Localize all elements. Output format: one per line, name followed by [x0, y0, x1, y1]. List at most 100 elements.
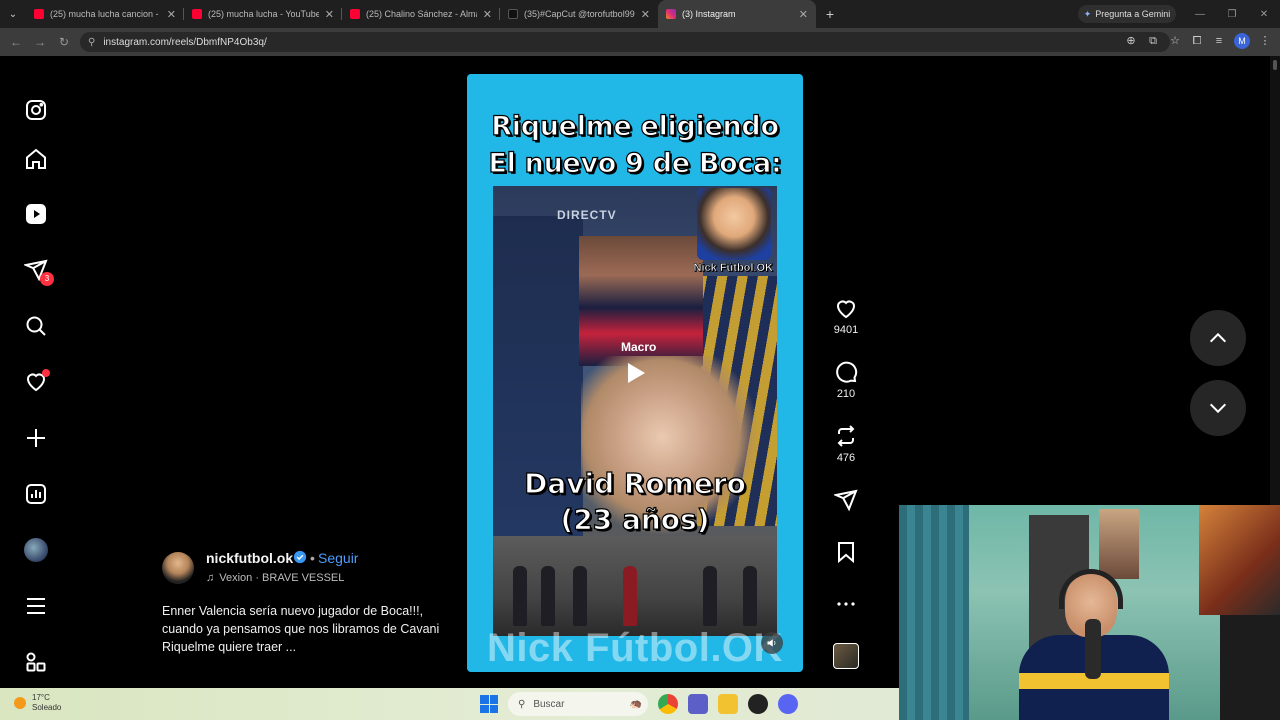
address-bar-row: ← → ↻ ⚲ instagram.com/reels/DbmfNP4Ob3q/… — [0, 28, 1280, 56]
save-action — [826, 540, 866, 564]
channel-logo-image — [697, 188, 771, 260]
discord-icon[interactable] — [778, 694, 798, 714]
home-icon[interactable] — [22, 145, 50, 173]
gemini-button[interactable]: ✦ Pregunta a Gemini — [1078, 5, 1176, 23]
browser-tab[interactable]: (25) mucha lucha cancion - You ✕ — [26, 0, 184, 28]
dashboard-icon[interactable] — [22, 480, 50, 508]
sun-icon — [14, 697, 26, 709]
author-username[interactable]: nickfutbol.ok — [206, 550, 293, 566]
webcam-headset — [1059, 569, 1123, 609]
crowd-image — [493, 536, 777, 636]
reel-title-line1: Riquelme eligiendo — [491, 110, 780, 142]
bookmark-icon[interactable] — [834, 540, 858, 564]
bookmark-star-icon[interactable]: ☆ — [1168, 32, 1182, 50]
browser-tab[interactable]: (35)#CapCut @torofutbol99 | Ti ✕ — [500, 0, 658, 28]
tiktok-favicon-icon — [508, 9, 518, 19]
close-tab-icon[interactable]: ✕ — [167, 8, 176, 21]
webcam-microphone — [1085, 619, 1101, 679]
audio-track[interactable]: ♫ Vexion · BRAVE VESSEL — [206, 572, 344, 584]
repost-count[interactable]: 476 — [826, 452, 866, 464]
site-info-icon[interactable]: ⚲ — [88, 37, 95, 48]
sponsor-sign: DIRECTV — [557, 208, 617, 222]
repost-action: 476 — [826, 424, 866, 464]
browser-tab[interactable]: (25) Chalino Sánchez - Alma En ✕ — [342, 0, 500, 28]
webcam-poster — [1199, 505, 1280, 615]
author-avatar[interactable] — [162, 552, 194, 584]
previous-reel-button[interactable] — [1190, 310, 1246, 366]
profile-avatar[interactable]: M — [1234, 33, 1250, 49]
browser-toolbar-right: ⊕ ⧉ ☆ ⧠ ≡ M ⋮ — [1124, 32, 1272, 50]
chevron-down-icon — [1209, 403, 1227, 414]
close-tab-icon[interactable]: ✕ — [325, 8, 334, 21]
more-menu-icon[interactable]: ⋮ — [1258, 32, 1272, 50]
search-icon[interactable] — [22, 312, 50, 340]
file-explorer-icon[interactable] — [718, 694, 738, 714]
new-tab-button[interactable]: + — [816, 6, 844, 22]
zoom-icon[interactable]: ⊕ — [1124, 32, 1138, 50]
install-app-icon[interactable]: ⧉ — [1146, 32, 1160, 50]
profile-avatar-image — [24, 538, 48, 562]
comment-icon[interactable] — [834, 360, 858, 384]
notifications-icon[interactable] — [22, 367, 50, 395]
browser-tab-active[interactable]: (3) Instagram ✕ — [658, 0, 816, 28]
player-image: Macro — [579, 236, 703, 366]
weather-text: 17°C Soleado — [32, 693, 61, 713]
volume-icon[interactable] — [761, 632, 783, 654]
maximize-icon[interactable]: ❐ — [1216, 9, 1248, 20]
shirt-sponsor: Macro — [621, 340, 657, 354]
reel-actions: 9401 210 476 — [826, 56, 866, 688]
url-field[interactable]: ⚲ instagram.com/reels/DbmfNP4Ob3q/ — [80, 32, 1170, 52]
weather-widget[interactable]: 17°C Soleado — [14, 693, 61, 713]
comment-count[interactable]: 210 — [826, 388, 866, 400]
temperature: 17°C — [32, 693, 50, 702]
forward-icon[interactable]: → — [28, 35, 52, 49]
reel-title-line2: El nuevo 9 de Boca: — [488, 147, 783, 179]
separator-dot: • — [310, 550, 315, 566]
chrome-icon[interactable] — [658, 694, 678, 714]
close-tab-icon[interactable]: ✕ — [483, 8, 492, 21]
like-count[interactable]: 9401 — [826, 324, 866, 336]
profile-avatar[interactable] — [22, 536, 50, 564]
next-reel-button[interactable] — [1190, 380, 1246, 436]
close-window-icon[interactable]: ✕ — [1248, 9, 1280, 20]
like-icon[interactable] — [834, 296, 858, 320]
menu-icon[interactable] — [22, 592, 50, 620]
extensions-icon[interactable]: ⧠ — [1190, 32, 1204, 50]
share-action — [826, 488, 866, 512]
messages-icon[interactable]: 3 — [22, 256, 54, 286]
watermark: Nick Fútbol.OK — [487, 626, 783, 670]
audio-thumbnail[interactable] — [833, 643, 859, 669]
weather-condition: Soleado — [32, 703, 62, 712]
minimize-icon[interactable]: — — [1184, 9, 1216, 20]
browser-tab[interactable]: (25) mucha lucha - YouTube ✕ — [184, 0, 342, 28]
play-icon[interactable] — [620, 358, 650, 388]
teams-icon[interactable] — [688, 694, 708, 714]
repost-icon[interactable] — [834, 424, 858, 448]
media-control-icon[interactable]: ≡ — [1212, 32, 1226, 50]
close-tab-icon[interactable]: ✕ — [641, 8, 650, 21]
music-note-icon: ♫ — [206, 572, 215, 584]
share-icon[interactable] — [834, 488, 858, 512]
apps-icon[interactable] — [22, 648, 50, 676]
taskbar-search[interactable]: ⚲ Buscar 🦔 — [508, 692, 648, 716]
follow-button[interactable]: Seguir — [318, 550, 358, 566]
reload-icon[interactable]: ↻ — [52, 35, 76, 49]
more-options-icon[interactable] — [834, 592, 858, 616]
browser-tab-bar: ⌄ (25) mucha lucha cancion - You ✕ (25) … — [0, 0, 1280, 28]
close-tab-icon[interactable]: ✕ — [799, 8, 808, 21]
back-icon[interactable]: ← — [4, 35, 28, 49]
tab-search-menu-icon[interactable]: ⌄ — [0, 0, 26, 28]
webcam-pc-case — [1220, 615, 1280, 720]
reel-caption[interactable]: Enner Valencia sería nuevo jugador de Bo… — [162, 602, 447, 656]
webcam-person — [1019, 569, 1169, 720]
gemini-label: Pregunta a Gemini — [1095, 9, 1171, 19]
instagram-logo-icon[interactable] — [22, 96, 50, 124]
gemini-sparkle-icon: ✦ — [1083, 8, 1092, 19]
notification-dot — [42, 369, 50, 377]
capcut-icon[interactable] — [748, 694, 768, 714]
reels-icon[interactable] — [22, 200, 50, 228]
create-icon[interactable] — [22, 424, 50, 452]
reel-video[interactable]: Riquelme eligiendo El nuevo 9 de Boca: D… — [467, 74, 803, 672]
windows-start-icon[interactable] — [480, 695, 498, 713]
url-text: instagram.com/reels/DbmfNP4Ob3q/ — [103, 36, 267, 48]
